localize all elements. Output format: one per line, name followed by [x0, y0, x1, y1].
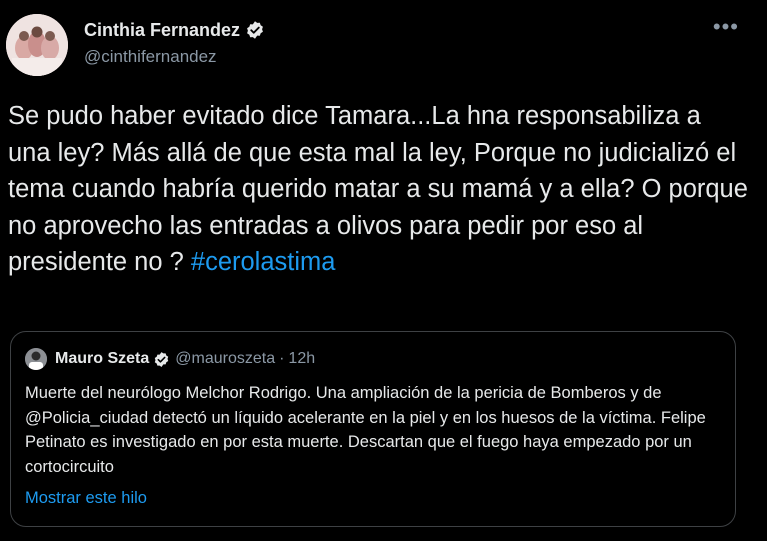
- tweet-text: Se pudo haber evitado dice Tamara...La h…: [8, 98, 748, 281]
- hashtag-link[interactable]: #cerolastima: [191, 248, 336, 276]
- separator-dot: ·: [279, 350, 285, 367]
- quoted-author-name: Mauro Szeta: [55, 350, 150, 367]
- quoted-author-avatar: [25, 348, 47, 370]
- author-info: Cinthia Fernandez @cinthifernandez: [84, 18, 265, 67]
- quoted-tweet-text: Muerte del neurólogo Melchor Rodrigo. Un…: [25, 384, 706, 476]
- tweet: Cinthia Fernandez @cinthifernandez ••• S…: [0, 0, 767, 541]
- more-options-icon[interactable]: •••: [713, 16, 739, 38]
- verified-badge-icon: [245, 20, 265, 40]
- show-thread-link[interactable]: Mostrar este hilo: [25, 489, 147, 508]
- quoted-tweet-time: 12h: [288, 350, 316, 367]
- quoted-tweet-header: Mauro Szeta @mauroszeta · 12h: [25, 348, 315, 370]
- author-name-row: Cinthia Fernandez: [84, 18, 265, 42]
- verified-badge-icon: [153, 351, 170, 368]
- author-display-name[interactable]: Cinthia Fernandez: [84, 20, 240, 41]
- avatar-photo: [6, 14, 68, 76]
- quoted-author-handle: @mauroszeta: [175, 350, 276, 367]
- quoted-tweet[interactable]: Mauro Szeta @mauroszeta · 12h Muerte del…: [10, 331, 736, 527]
- author-avatar[interactable]: [6, 14, 68, 76]
- author-handle[interactable]: @cinthifernandez: [84, 47, 265, 67]
- tweet-body: Se pudo haber evitado dice Tamara...La h…: [8, 102, 748, 276]
